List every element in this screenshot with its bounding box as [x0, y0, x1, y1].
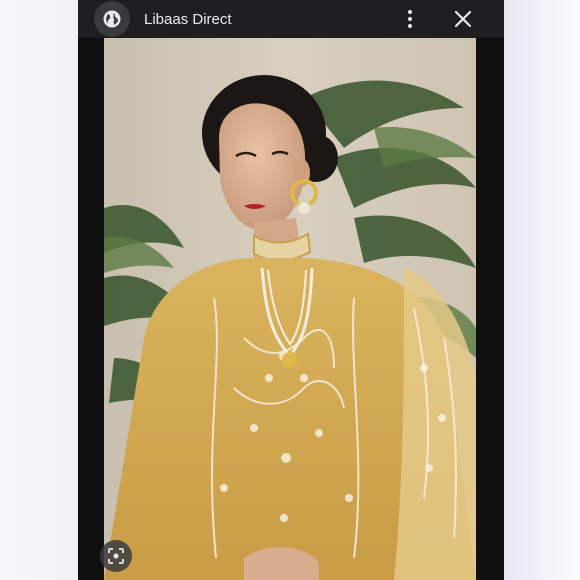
viewer-header: Libaas Direct: [78, 0, 504, 38]
more-vert-icon[interactable]: [400, 9, 420, 29]
left-margin: [0, 0, 78, 580]
right-margin: [504, 0, 580, 580]
site-title[interactable]: Libaas Direct: [144, 11, 232, 28]
globe-icon[interactable]: [94, 1, 130, 37]
image-viewer: Libaas Direct: [78, 0, 504, 580]
lens-search-icon[interactable]: [100, 540, 132, 572]
close-icon[interactable]: [452, 9, 474, 29]
product-photo[interactable]: [104, 38, 476, 580]
